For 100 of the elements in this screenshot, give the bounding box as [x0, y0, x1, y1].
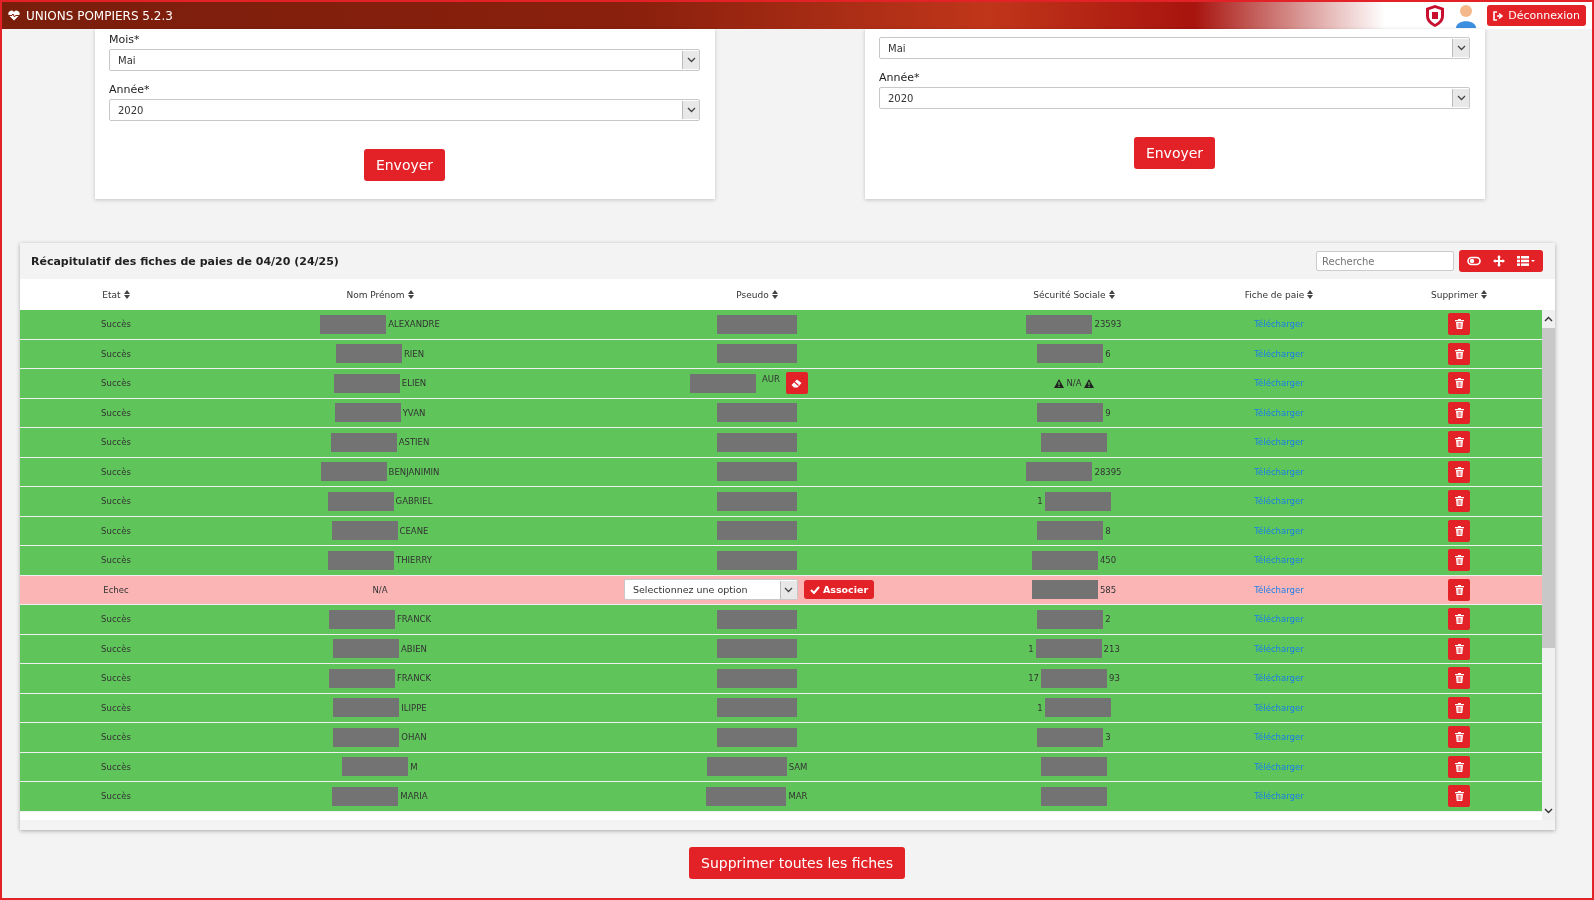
download-link[interactable]: Télécharger: [1254, 525, 1304, 536]
delete-button[interactable]: [1448, 342, 1470, 365]
download-link[interactable]: Télécharger: [1254, 673, 1304, 684]
download-link[interactable]: Télécharger: [1254, 496, 1304, 507]
select-field[interactable]: 2020: [879, 87, 1470, 109]
ssn-text: 3: [1105, 732, 1111, 743]
delete-button[interactable]: [1448, 549, 1470, 572]
pseudo-text: SAM: [788, 761, 808, 772]
delete-button[interactable]: [1448, 460, 1470, 483]
ssn-text: N/A: [1066, 378, 1082, 389]
status-text: Succès: [101, 378, 131, 389]
delete-button[interactable]: [1448, 578, 1470, 601]
delete-button[interactable]: [1448, 637, 1470, 660]
download-link[interactable]: Télécharger: [1254, 348, 1304, 359]
name-text: ALEXANDRE: [388, 319, 440, 330]
move-icon[interactable]: [1493, 255, 1505, 267]
user-avatar-icon[interactable]: [1455, 3, 1478, 28]
select-field[interactable]: 2020: [109, 99, 700, 121]
column-header[interactable]: Sécurité Sociale: [1033, 289, 1115, 300]
trash-icon: [1454, 525, 1464, 536]
status-text: Succès: [101, 643, 131, 654]
status-text: Succès: [101, 407, 131, 418]
delete-all-button[interactable]: Supprimer toutes les fiches: [689, 847, 905, 879]
status-text: Succès: [101, 348, 131, 359]
sort-icon: [771, 290, 778, 299]
delete-button[interactable]: [1448, 401, 1470, 424]
trash-icon: [1454, 466, 1464, 477]
trash-icon: [1454, 496, 1464, 507]
sort-icon: [123, 290, 130, 299]
delete-button[interactable]: [1448, 726, 1470, 749]
status-text: Succès: [101, 555, 131, 566]
scrollbar-thumb[interactable]: [1542, 328, 1555, 648]
warning-icon: [1083, 378, 1094, 388]
delete-button[interactable]: [1448, 313, 1470, 336]
download-link[interactable]: Télécharger: [1254, 584, 1304, 595]
column-header[interactable]: Pseudo: [736, 289, 778, 300]
trash-icon: [1454, 761, 1464, 772]
ssn-text: 1: [1037, 496, 1043, 507]
eraser-button[interactable]: [785, 372, 808, 395]
download-link[interactable]: Télécharger: [1254, 791, 1304, 802]
columns-menu-icon[interactable]: [1517, 256, 1535, 266]
caret-icon: [686, 57, 696, 63]
option-select[interactable]: Selectionnez une option: [623, 579, 798, 601]
status-text: Succès: [101, 673, 131, 684]
trash-icon: [1454, 732, 1464, 743]
status-text: Succès: [101, 319, 131, 330]
download-link[interactable]: Télécharger: [1254, 614, 1304, 625]
download-link[interactable]: Télécharger: [1254, 702, 1304, 713]
column-header[interactable]: Etat: [102, 289, 130, 300]
trash-icon: [1454, 437, 1464, 448]
delete-button[interactable]: [1448, 667, 1470, 690]
status-text: Succès: [101, 614, 131, 625]
ssn-text: 2: [1105, 614, 1111, 625]
ssn-text: 93: [1109, 673, 1120, 684]
scroll-down-icon[interactable]: [1544, 808, 1553, 814]
trash-icon: [1454, 643, 1464, 654]
download-link[interactable]: Télécharger: [1254, 761, 1304, 772]
logout-button[interactable]: Déconnexion: [1487, 5, 1586, 26]
app-title: UNIONS POMPIERS 5.2.3: [26, 8, 173, 23]
sort-icon: [407, 290, 414, 299]
ssn-text: 450: [1099, 555, 1117, 566]
column-header[interactable]: Supprimer: [1430, 289, 1488, 300]
download-link[interactable]: Télécharger: [1254, 643, 1304, 654]
submit-button[interactable]: Envoyer: [363, 149, 446, 181]
name-text: ASTIEN: [398, 437, 430, 448]
delete-button[interactable]: [1448, 696, 1470, 719]
ssn-text: 8: [1105, 525, 1111, 536]
download-link[interactable]: Télécharger: [1254, 378, 1304, 389]
delete-button[interactable]: [1448, 431, 1470, 454]
shield-icon: [1425, 3, 1446, 28]
delete-button[interactable]: [1448, 372, 1470, 395]
pseudo-text: MAR: [788, 791, 808, 802]
download-link[interactable]: Télécharger: [1254, 555, 1304, 566]
trash-icon: [1454, 348, 1464, 359]
toggle-icon[interactable]: [1467, 256, 1481, 266]
delete-button[interactable]: [1448, 490, 1470, 513]
heart-pulse-icon: [8, 10, 20, 21]
download-link[interactable]: Télécharger: [1254, 407, 1304, 418]
delete-button[interactable]: [1448, 608, 1470, 631]
name-text: N/A: [372, 584, 388, 595]
status-text: Echec: [103, 584, 129, 595]
download-link[interactable]: Télécharger: [1254, 732, 1304, 743]
delete-button[interactable]: [1448, 785, 1470, 808]
delete-button[interactable]: [1448, 755, 1470, 778]
scrollbar[interactable]: [1542, 310, 1555, 820]
delete-button[interactable]: [1448, 519, 1470, 542]
select-field[interactable]: Mai: [109, 49, 700, 71]
scroll-up-icon[interactable]: [1544, 316, 1553, 322]
associate-button[interactable]: Associer: [803, 580, 875, 600]
column-header[interactable]: Fiche de paie: [1244, 289, 1314, 300]
download-link[interactable]: Télécharger: [1254, 319, 1304, 330]
select-field[interactable]: Mai: [879, 37, 1470, 59]
submit-button[interactable]: Envoyer: [1133, 137, 1216, 169]
ssn-text: 1: [1037, 702, 1043, 713]
check-icon: [809, 585, 820, 594]
name-text: RIEN: [403, 348, 425, 359]
download-link[interactable]: Télécharger: [1254, 466, 1304, 477]
search-field[interactable]: Recherche: [1316, 251, 1454, 271]
download-link[interactable]: Télécharger: [1254, 437, 1304, 448]
column-header[interactable]: Nom Prénom: [346, 289, 414, 300]
